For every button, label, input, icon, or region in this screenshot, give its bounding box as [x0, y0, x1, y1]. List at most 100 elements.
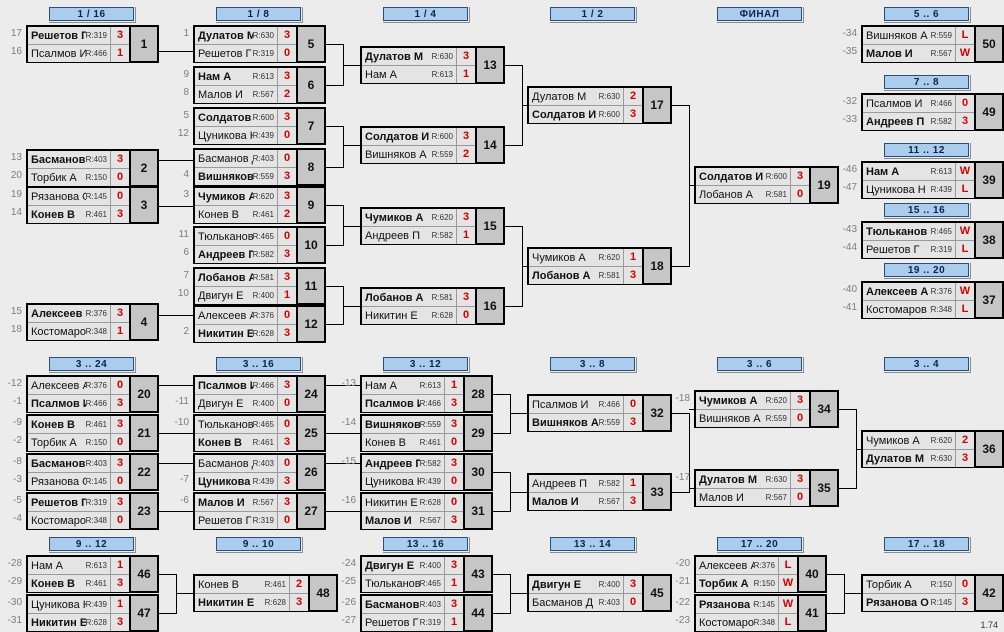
match-player-row[interactable]: Лобанов А R:581 3: [362, 289, 475, 307]
match-box[interactable]: Солдатов И R:600 3 Вишняков А R:559 2 14: [360, 126, 505, 164]
player-name[interactable]: Басманов Д: [195, 458, 253, 470]
match-player-row[interactable]: Андреев П R:582 1: [362, 227, 475, 244]
player-name[interactable]: Никитин Е: [362, 497, 420, 509]
match-player-row[interactable]: Решетов Г R:319 0: [195, 45, 296, 62]
match-player-row[interactable]: Тюльканов Е R:465 W: [863, 223, 974, 241]
match-player-row[interactable]: Цуникова Н R:439 L: [863, 181, 974, 198]
match-player-row[interactable]: Андреев П R:582 1: [529, 475, 642, 493]
match-player-row[interactable]: Нам А R:613 3: [195, 68, 296, 86]
player-name[interactable]: Лобанов А: [696, 189, 766, 201]
player-name[interactable]: Решетов Г: [195, 48, 253, 60]
player-name[interactable]: Солдатов И: [696, 171, 766, 183]
match-player-row[interactable]: Тюльканов ЕR:4650: [195, 416, 296, 434]
player-name[interactable]: Торбик А: [28, 437, 86, 449]
player-name[interactable]: Конев В: [28, 578, 86, 590]
player-name[interactable]: Цуникова Н: [28, 599, 86, 611]
player-name[interactable]: Торбик А: [863, 579, 931, 591]
match-box[interactable]: Рязанова ОR:145WКостомаров ЯR:348L41: [694, 594, 827, 632]
player-name[interactable]: Вишняков А: [529, 417, 599, 429]
match-player-row[interactable]: Малов И R:567 3: [529, 493, 642, 510]
match-player-row[interactable]: Тюльканов ЕR:4650: [195, 228, 296, 246]
player-name[interactable]: Андреев П: [195, 249, 253, 261]
match-box[interactable]: Двигун Е R:400 3 Басманов Д R:403 0 45: [527, 574, 672, 612]
round-header-h_1_8[interactable]: 1 / 8: [216, 7, 301, 21]
player-name[interactable]: Чумиков А: [696, 395, 766, 407]
match-box[interactable]: Алексеев АR:376WКостомаров ЯR:348L37: [861, 281, 1004, 319]
player-name[interactable]: Вишняков А: [362, 149, 432, 161]
player-name[interactable]: Псалмов И: [529, 399, 599, 411]
player-name[interactable]: Цуникова Н: [362, 476, 420, 488]
match-player-row[interactable]: Никитин Е R:628 3: [195, 594, 308, 611]
player-name[interactable]: Дулатов М: [195, 30, 253, 42]
player-name[interactable]: Алексеев А: [863, 286, 931, 298]
match-player-row[interactable]: Вишняков АR:5593: [195, 168, 296, 185]
player-name[interactable]: Малов И: [362, 515, 420, 527]
match-box[interactable]: Нам А R:613 1 Конев В R:461 3 46: [26, 555, 159, 593]
player-name[interactable]: Чумиков А: [195, 191, 253, 203]
player-name[interactable]: Солдатов И: [195, 112, 253, 124]
player-name[interactable]: Костомаров Я: [696, 617, 754, 629]
match-player-row[interactable]: Решетов Г R:319 0: [195, 512, 296, 529]
player-name[interactable]: Нам А: [195, 71, 253, 83]
round-header-h_3_8[interactable]: 3 .. 8: [550, 357, 635, 371]
match-player-row[interactable]: Никитин Е R:628 0: [362, 307, 475, 324]
player-name[interactable]: Малов И: [529, 496, 599, 508]
match-player-row[interactable]: Решетов Г R:319 3: [28, 494, 129, 512]
match-player-row[interactable]: Дулатов М R:630 3: [195, 27, 296, 45]
match-player-row[interactable]: Басманов ДR:4033: [28, 151, 129, 169]
match-player-row[interactable]: Решетов Г R:319 L: [863, 241, 974, 258]
player-name[interactable]: Вишняков А: [696, 413, 766, 425]
player-name[interactable]: Конев В: [195, 209, 253, 221]
player-name[interactable]: Вишняков А: [362, 419, 420, 431]
match-player-row[interactable]: Дулатов М R:630 3: [863, 450, 974, 467]
player-name[interactable]: Никитин Е: [362, 310, 432, 322]
match-player-row[interactable]: Конев В R:461 2: [195, 206, 296, 223]
match-player-row[interactable]: Басманов ДR:4033: [28, 455, 129, 473]
match-player-row[interactable]: Костомаров ЯR:3480: [28, 512, 129, 529]
player-name[interactable]: Цуникова Н: [195, 476, 253, 488]
match-player-row[interactable]: Решетов Г R:319 1: [362, 614, 463, 631]
match-box[interactable]: Вишняков АR:5593Конев ВR:461029: [360, 414, 493, 452]
match-box[interactable]: Тюльканов ЕR:4650Андреев ПR:582310: [193, 226, 326, 264]
match-box[interactable]: Лобанов А R:581 3 Никитин Е R:628 0 16: [360, 287, 505, 325]
match-box[interactable]: Басманов ДR:4033Торбик АR:15002: [26, 149, 159, 187]
round-header-h_1_2[interactable]: 1 / 2: [550, 7, 635, 21]
round-header-h_9_10[interactable]: 9 .. 10: [216, 537, 301, 551]
match-player-row[interactable]: Псалмов И R:466 0: [529, 396, 642, 414]
match-box[interactable]: Чумиков А R:620 3 Вишняков А R:559 0 34: [694, 390, 839, 428]
match-player-row[interactable]: Рязанова ОR:145W: [696, 596, 797, 614]
match-box[interactable]: Дулатов М R:630 3 Нам А R:613 1 13: [360, 46, 505, 84]
match-player-row[interactable]: Басманов ДR:4030: [195, 455, 296, 473]
match-box[interactable]: Чумиков А R:620 3 Андреев П R:582 1 15: [360, 207, 505, 245]
player-name[interactable]: Псалмов И: [863, 98, 931, 110]
player-name[interactable]: Торбик А: [696, 578, 754, 590]
match-box[interactable]: Дулатов М R:630 3 Малов И R:567 0 35: [694, 469, 839, 507]
match-player-row[interactable]: Андреев П R:582 3: [863, 113, 974, 130]
player-name[interactable]: Андреев П: [529, 478, 599, 490]
match-box[interactable]: Вишняков А R:559 L Малов И R:567 W 50: [861, 25, 1004, 63]
match-player-row[interactable]: Двигун Е R:400 3: [362, 557, 463, 575]
match-player-row[interactable]: Чумиков А R:620 3: [362, 209, 475, 227]
match-player-row[interactable]: Решетов Г R:319 3: [28, 27, 129, 45]
player-name[interactable]: Алексеев А: [28, 308, 86, 320]
round-header-h_3_24[interactable]: 3 .. 24: [49, 357, 134, 371]
match-box[interactable]: Цуникова Н R:439 1 Никитин Е R:628 3 47: [26, 594, 159, 632]
match-player-row[interactable]: Андреев П R:582 3: [195, 246, 296, 263]
player-name[interactable]: Малов И: [863, 48, 931, 60]
match-player-row[interactable]: Цуникова Н R:439 1: [28, 596, 129, 614]
round-header-h_17_18[interactable]: 17 .. 18: [884, 537, 969, 551]
match-player-row[interactable]: Конев В R:461 3: [28, 575, 129, 592]
match-player-row[interactable]: Дулатов М R:630 3: [362, 48, 475, 66]
player-name[interactable]: Солдатов И: [362, 131, 432, 143]
match-player-row[interactable]: Басманов ДR:4030: [529, 594, 642, 611]
match-box[interactable]: Псалмов И R:466 3 Двигун Е R:400 0 24: [193, 375, 326, 413]
player-name[interactable]: Решетов Г: [28, 30, 86, 42]
match-player-row[interactable]: Лобанов А R:581 3: [529, 267, 642, 284]
match-player-row[interactable]: Нам А R:613 1: [362, 66, 475, 83]
match-box[interactable]: Нам А R:613 1 Псалмов И R:466 3 28: [360, 375, 493, 413]
player-name[interactable]: Никитин Е: [195, 328, 253, 340]
player-name[interactable]: Лобанов А: [195, 272, 253, 284]
match-box[interactable]: Андреев П R:582 3 Цуникова Н R:439 0 30: [360, 453, 493, 491]
match-box[interactable]: Торбик А R:150 0 Рязанова О R:145 3 42: [861, 574, 1004, 612]
round-header-h_19_20[interactable]: 19 .. 20: [884, 263, 969, 277]
